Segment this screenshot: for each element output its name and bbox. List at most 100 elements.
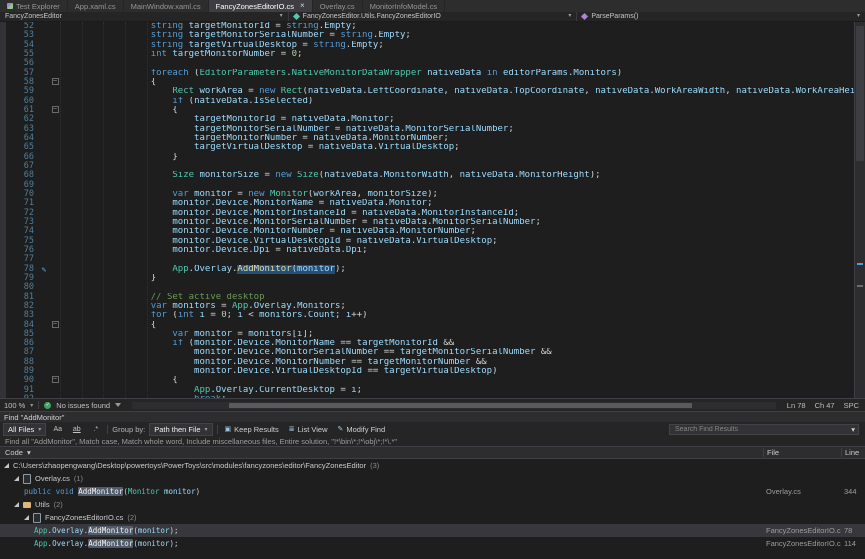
code-line[interactable]: 52 string targetMonitorId = string.Empty… xyxy=(6,22,854,31)
code-line[interactable]: 83 for (int i = 0; i < monitors.Count; i… xyxy=(6,311,854,320)
code-line[interactable]: 55 int targetMonitorNumber = 0; xyxy=(6,50,854,59)
code-line[interactable]: 81 // Set active desktop xyxy=(6,293,854,302)
tab-overlay-cs[interactable]: Overlay.cs xyxy=(313,0,363,12)
glyph-margin xyxy=(38,386,50,395)
breadcrumb-type-dropdown[interactable]: FancyZonesEditor.Utils.FancyZonesEditorI… xyxy=(289,12,578,21)
health-status-label[interactable]: No issues found xyxy=(56,401,110,410)
breadcrumb-member-dropdown[interactable]: ParseParams() ▾ xyxy=(577,12,865,21)
column-header-file[interactable]: File xyxy=(763,448,841,457)
code-line[interactable]: 80 xyxy=(6,283,854,292)
expander-icon[interactable] xyxy=(14,502,19,507)
code-line[interactable]: 56 xyxy=(6,59,854,68)
fold-toggle-icon[interactable]: – xyxy=(52,376,59,383)
code-line[interactable]: 57 foreach (EditorParameters.NativeMonit… xyxy=(6,69,854,78)
code-line[interactable]: 70 var monitor = new Monitor(workArea, m… xyxy=(6,190,854,199)
code-text: string targetMonitorSerialNumber = strin… xyxy=(60,31,854,40)
group-by-dropdown[interactable]: Path then File ▾ xyxy=(149,423,212,436)
code-line[interactable]: 73 monitor.Device.MonitorSerialNumber = … xyxy=(6,218,854,227)
find-result-row[interactable]: public void AddMonitor(Monitor monitor)O… xyxy=(0,485,865,498)
tab-label: MainWindow.xaml.cs xyxy=(131,2,201,11)
code-line[interactable]: 76 monitor.Device.Dpi = nativeData.Dpi; xyxy=(6,246,854,255)
glyph-margin xyxy=(38,78,50,87)
code-text: monitor.Device.MonitorInstanceId = nativ… xyxy=(60,209,854,218)
modify-find-button[interactable]: ✎ Modify Find xyxy=(335,424,389,435)
regex-button[interactable]: .* xyxy=(88,424,103,435)
find-result-row[interactable]: App.Overlay.AddMonitor(monitor);FancyZon… xyxy=(0,524,865,537)
expander-icon[interactable] xyxy=(4,463,9,468)
code-line[interactable]: 64 targetMonitorNumber = nativeData.Moni… xyxy=(6,134,854,143)
code-line[interactable]: 89 monitor.Device.VirtualDesktopId == ta… xyxy=(6,367,854,376)
code-line[interactable]: 84– { xyxy=(6,321,854,330)
code-line[interactable]: 92 break; xyxy=(6,395,854,398)
tab-fancyzoneseditorio-cs[interactable]: FancyZonesEditorIO.cs× xyxy=(209,0,313,12)
code-line[interactable]: 58– { xyxy=(6,78,854,87)
code-line[interactable]: 62 targetMonitorId = nativeData.Monitor; xyxy=(6,115,854,124)
result-text: Overlay.cs(1) xyxy=(0,474,763,484)
code-text: targetVirtualDesktop = nativeData.Virtua… xyxy=(60,143,854,152)
code-line[interactable]: 53 string targetMonitorSerialNumber = st… xyxy=(6,31,854,40)
code-line[interactable]: 86 if (monitor.Device.MonitorName == tar… xyxy=(6,339,854,348)
column-header-line[interactable]: Line xyxy=(841,448,865,457)
code-line[interactable]: 77 xyxy=(6,255,854,264)
code-line[interactable]: 54 string targetVirtualDesktop = string.… xyxy=(6,41,854,50)
code-area[interactable]: 52 string targetMonitorId = string.Empty… xyxy=(6,22,854,398)
visual-studio-window: Test ExplorerApp.xaml.cs MainWindow.xaml.… xyxy=(0,0,865,559)
search-find-results-box[interactable]: ▾ xyxy=(669,424,859,435)
search-find-results-input[interactable] xyxy=(673,425,851,434)
fold-toggle-icon[interactable]: – xyxy=(52,106,59,113)
code-line[interactable]: 82 var monitors = App.Overlay.Monitors; xyxy=(6,302,854,311)
code-line[interactable]: 67 xyxy=(6,162,854,171)
code-line[interactable]: 74 monitor.Device.MonitorNumber = native… xyxy=(6,227,854,236)
column-header-code[interactable]: Code ▾ xyxy=(0,448,763,457)
code-text: if (nativeData.IsSelected) xyxy=(60,97,854,106)
code-line[interactable]: 91 App.Overlay.CurrentDesktop = i; xyxy=(6,386,854,395)
zoom-control[interactable]: 100 % xyxy=(4,401,25,410)
code-line[interactable]: 63 targetMonitorSerialNumber = nativeDat… xyxy=(6,125,854,134)
code-line[interactable]: 59 Rect workArea = new Rect(nativeData.L… xyxy=(6,87,854,96)
code-line[interactable]: 75 monitor.Device.VirtualDesktopId = nat… xyxy=(6,237,854,246)
code-line[interactable]: 71 monitor.Device.MonitorName = nativeDa… xyxy=(6,199,854,208)
result-label: C:\Users\zhaopengwang\Desktop\powertoys\… xyxy=(13,461,366,470)
result-label: Utils xyxy=(35,500,50,509)
code-line[interactable]: 72 monitor.Device.MonitorInstanceId = na… xyxy=(6,209,854,218)
scrollbar-thumb[interactable] xyxy=(856,26,864,161)
fold-toggle-icon[interactable]: – xyxy=(52,321,59,328)
whole-word-button[interactable]: ab xyxy=(69,424,84,435)
code-line[interactable]: 68 Size monitorSize = new Size(nativeDat… xyxy=(6,171,854,180)
code-line[interactable]: 88 monitor.Device.MonitorNumber == targe… xyxy=(6,358,854,367)
scope-dropdown[interactable]: All Files ▾ xyxy=(3,423,46,436)
tab-mainwindow-xaml-cs[interactable]: MainWindow.xaml.cs xyxy=(124,0,209,12)
code-line[interactable]: 61– { xyxy=(6,106,854,115)
keep-results-button[interactable]: ▣ Keep Results xyxy=(222,424,282,435)
find-result-row[interactable]: FancyZonesEditorIO.cs(2) xyxy=(0,511,865,524)
breadcrumb-project-dropdown[interactable]: FancyZonesEditor ▾ xyxy=(0,12,289,21)
vertical-scrollbar[interactable] xyxy=(854,22,865,398)
scrollbar-thumb[interactable] xyxy=(229,403,692,408)
expander-icon[interactable] xyxy=(14,476,19,481)
tab-test-explorer[interactable]: Test Explorer xyxy=(0,0,68,12)
code-line[interactable]: 78✎ App.Overlay.AddMonitor(monitor); xyxy=(6,265,854,274)
code-line[interactable]: 79 } xyxy=(6,274,854,283)
list-view-button[interactable]: ≣ List View xyxy=(286,424,331,435)
code-line[interactable]: 87 monitor.Device.MonitorSerialNumber ==… xyxy=(6,348,854,357)
tab-monitorinfomodel-cs[interactable]: MonitorInfoModel.cs xyxy=(363,0,446,12)
code-line[interactable]: 66 } xyxy=(6,153,854,162)
code-line[interactable]: 90– { xyxy=(6,376,854,385)
code-text: Size monitorSize = new Size(nativeData.M… xyxy=(60,171,854,180)
tab-app-xaml-cs[interactable]: App.xaml.cs xyxy=(68,0,124,12)
code-line[interactable]: 60 if (nativeData.IsSelected) xyxy=(6,97,854,106)
expander-icon[interactable] xyxy=(24,515,29,520)
code-line[interactable]: 85 var monitor = monitors[i]; xyxy=(6,330,854,339)
code-editor[interactable]: 52 string targetMonitorId = string.Empty… xyxy=(0,22,865,398)
close-icon[interactable]: × xyxy=(300,2,305,10)
find-result-row[interactable]: Utils(2) xyxy=(0,498,865,511)
fold-toggle-icon[interactable]: – xyxy=(52,78,59,85)
match-case-button[interactable]: Aa xyxy=(50,424,65,435)
find-result-row[interactable]: Overlay.cs(1) xyxy=(0,472,865,485)
find-result-row[interactable]: App.Overlay.AddMonitor(monitor);FancyZon… xyxy=(0,537,865,550)
code-line[interactable]: 69 xyxy=(6,181,854,190)
find-result-row[interactable]: C:\Users\zhaopengwang\Desktop\powertoys\… xyxy=(0,459,865,472)
code-line[interactable]: 65 targetVirtualDesktop = nativeData.Vir… xyxy=(6,143,854,152)
horizontal-scrollbar[interactable] xyxy=(132,402,776,409)
filter-icon[interactable] xyxy=(115,403,121,407)
